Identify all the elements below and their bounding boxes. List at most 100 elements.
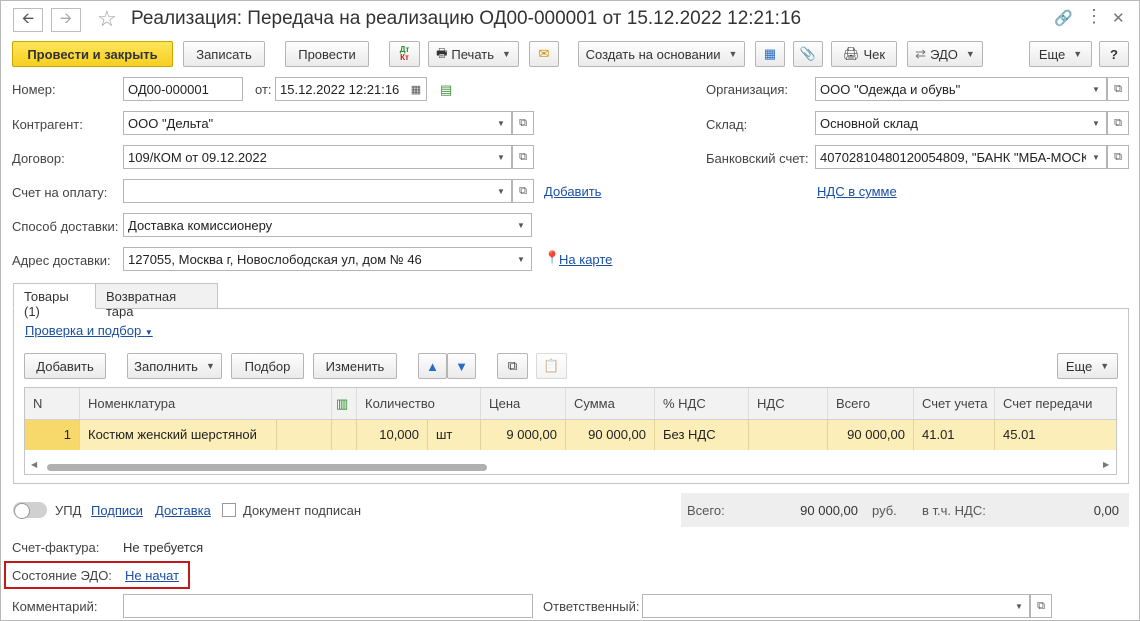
column-header-quantity[interactable]: Количество bbox=[357, 388, 481, 420]
delivery-method-field[interactable]: Доставка комиссионеру ▼ bbox=[123, 213, 532, 237]
favorite-star-icon[interactable]: ☆ bbox=[97, 6, 117, 32]
cell-vat[interactable] bbox=[749, 420, 828, 450]
on-map-link[interactable]: На карте bbox=[559, 252, 612, 267]
cell-n[interactable]: 1 bbox=[25, 420, 80, 450]
write-button[interactable]: Записать bbox=[183, 41, 265, 67]
upd-toggle[interactable] bbox=[13, 502, 47, 519]
column-header-transfer-account[interactable]: Счет передачи bbox=[995, 388, 1116, 420]
copy-rows-button[interactable]: ⧉ bbox=[497, 353, 528, 379]
chevron-down-icon[interactable]: ▼ bbox=[511, 248, 531, 270]
cell-barcode[interactable] bbox=[332, 420, 357, 450]
change-button[interactable]: Изменить bbox=[313, 353, 397, 379]
goods-more-button[interactable]: Еще ▼ bbox=[1057, 353, 1118, 379]
chevron-down-icon[interactable]: ▼ bbox=[491, 112, 511, 134]
bank-account-field[interactable]: 40702810480120054809, "БАНК "МБА-МОСКВА"… bbox=[815, 145, 1107, 169]
column-header-price[interactable]: Цена bbox=[481, 388, 566, 420]
contractor-field[interactable]: ООО "Дельта" ▼ bbox=[123, 111, 512, 135]
chevron-down-icon[interactable]: ▼ bbox=[1009, 595, 1029, 617]
delivery-address-field[interactable]: 127055, Москва г, Новослободская ул, дом… bbox=[123, 247, 532, 271]
tab-returnable-packaging[interactable]: Возвратная тара bbox=[95, 283, 218, 319]
edo-state-link[interactable]: Не начат bbox=[125, 568, 179, 583]
open-organization-button[interactable]: ⧉ bbox=[1107, 77, 1129, 101]
open-contractor-button[interactable]: ⧉ bbox=[512, 111, 534, 135]
tab-goods[interactable]: Товары (1) bbox=[13, 283, 96, 319]
menu-icon[interactable]: ⋮ bbox=[1085, 6, 1103, 27]
chevron-down-icon[interactable]: ▼ bbox=[1086, 146, 1106, 168]
column-header-n[interactable]: N bbox=[25, 388, 80, 420]
pick-button[interactable]: Подбор bbox=[231, 353, 304, 379]
fill-button[interactable]: Заполнить ▼ bbox=[127, 353, 222, 379]
copy-doc-icon[interactable]: ▤ bbox=[440, 82, 452, 98]
cell-vat-rate[interactable]: Без НДС bbox=[655, 420, 749, 450]
document-signed-checkbox[interactable] bbox=[222, 503, 236, 517]
back-button[interactable]: 🡨 bbox=[13, 8, 43, 32]
chevron-down-icon[interactable]: ▼ bbox=[491, 146, 511, 168]
create-based-on-button[interactable]: Создать на основании ▼ bbox=[578, 41, 745, 67]
column-header-total[interactable]: Всего bbox=[828, 388, 914, 420]
add-invoice-link[interactable]: Добавить bbox=[544, 184, 601, 199]
cell-total[interactable]: 90 000,00 bbox=[828, 420, 914, 450]
email-button[interactable]: ✉ bbox=[529, 41, 559, 67]
comment-field[interactable] bbox=[123, 594, 533, 618]
move-down-button[interactable]: ▼ bbox=[447, 353, 476, 379]
signatures-link[interactable]: Подписи bbox=[91, 503, 143, 518]
column-header-vat[interactable]: НДС bbox=[749, 388, 828, 420]
help-button[interactable]: ? bbox=[1099, 41, 1129, 67]
date-field[interactable]: 15.12.2022 12:21:16 ▦ bbox=[275, 77, 427, 101]
vat-in-sum-link[interactable]: НДС в сумме bbox=[817, 184, 897, 199]
attach-button[interactable]: 📎 bbox=[793, 41, 823, 67]
structure-button[interactable]: ▦ bbox=[755, 41, 785, 67]
add-row-button[interactable]: Добавить bbox=[24, 353, 106, 379]
cell-nomenclature[interactable]: Костюм женский шерстяной bbox=[80, 420, 277, 450]
invoice-for-payment-field[interactable]: ▼ bbox=[123, 179, 512, 203]
more-button[interactable]: Еще ▼ bbox=[1029, 41, 1092, 67]
post-and-close-button[interactable]: Провести и закрыть bbox=[12, 41, 173, 67]
post-button[interactable]: Провести bbox=[285, 41, 369, 67]
chevron-down-icon[interactable]: ▼ bbox=[511, 214, 531, 236]
cell-quantity[interactable]: 10,000 bbox=[357, 420, 428, 450]
warehouse-field[interactable]: Основной склад ▼ bbox=[815, 111, 1107, 135]
cell-sum[interactable]: 90 000,00 bbox=[566, 420, 655, 450]
column-header-vat-rate[interactable]: % НДС bbox=[655, 388, 749, 420]
paste-rows-button[interactable]: 📋 bbox=[536, 353, 567, 379]
open-warehouse-button[interactable]: ⧉ bbox=[1107, 111, 1129, 135]
close-icon[interactable]: ✕ bbox=[1112, 9, 1125, 27]
check-and-pick-link[interactable]: Проверка и подбор ▼ bbox=[25, 323, 153, 338]
calendar-icon[interactable]: ▦ bbox=[406, 78, 426, 100]
cell-price[interactable]: 9 000,00 bbox=[481, 420, 566, 450]
link-icon[interactable]: 🔗 bbox=[1054, 9, 1073, 27]
number-field[interactable]: ОД00-000001 bbox=[123, 77, 243, 101]
open-bank-account-button[interactable]: ⧉ bbox=[1107, 145, 1129, 169]
print-button[interactable]: 🖶 Печать ▼ bbox=[428, 41, 519, 67]
scroll-right-icon[interactable]: ▶ bbox=[1103, 460, 1109, 469]
horizontal-scrollbar[interactable]: ◀ ▶ bbox=[25, 460, 1116, 474]
open-responsible-button[interactable]: ⧉ bbox=[1030, 594, 1052, 618]
responsible-field[interactable]: ▼ bbox=[642, 594, 1030, 618]
chevron-down-icon[interactable]: ▼ bbox=[1086, 112, 1106, 134]
scrollbar-thumb[interactable] bbox=[47, 464, 487, 471]
open-invoice-button[interactable]: ⧉ bbox=[512, 179, 534, 203]
receipt-button[interactable]: 🖨 Чек bbox=[831, 41, 897, 67]
chevron-down-icon[interactable]: ▼ bbox=[491, 180, 511, 202]
cell-unit[interactable]: шт bbox=[428, 420, 481, 450]
cell-account[interactable]: 41.01 bbox=[914, 420, 995, 450]
column-header-barcode[interactable]: ▥ bbox=[332, 388, 357, 420]
contract-field[interactable]: 109/КОМ от 09.12.2022 ▼ bbox=[123, 145, 512, 169]
move-up-button[interactable]: ▲ bbox=[418, 353, 447, 379]
chevron-down-icon[interactable]: ▼ bbox=[1086, 78, 1106, 100]
copy-icon: ⧉ bbox=[507, 358, 518, 373]
forward-button[interactable]: 🡪 bbox=[51, 8, 81, 32]
edo-button[interactable]: ⇄ ЭДО ▼ bbox=[907, 41, 983, 67]
scroll-left-icon[interactable]: ◀ bbox=[31, 460, 37, 469]
column-header-sum[interactable]: Сумма bbox=[566, 388, 655, 420]
cell-characteristic[interactable] bbox=[277, 420, 332, 450]
column-header-account[interactable]: Счет учета bbox=[914, 388, 995, 420]
organization-field[interactable]: ООО "Одежда и обувь" ▼ bbox=[815, 77, 1107, 101]
open-contract-button[interactable]: ⧉ bbox=[512, 145, 534, 169]
cell-transfer-account[interactable]: 45.01 bbox=[995, 420, 1116, 450]
dtkt-button[interactable]: Дт Кт bbox=[389, 41, 420, 67]
invoice-label: Счет-фактура: bbox=[12, 540, 100, 555]
column-header-nomenclature[interactable]: Номенклатура bbox=[80, 388, 332, 420]
vat-included-value: 0,00 bbox=[1093, 503, 1119, 518]
delivery-link[interactable]: Доставка bbox=[155, 503, 211, 518]
